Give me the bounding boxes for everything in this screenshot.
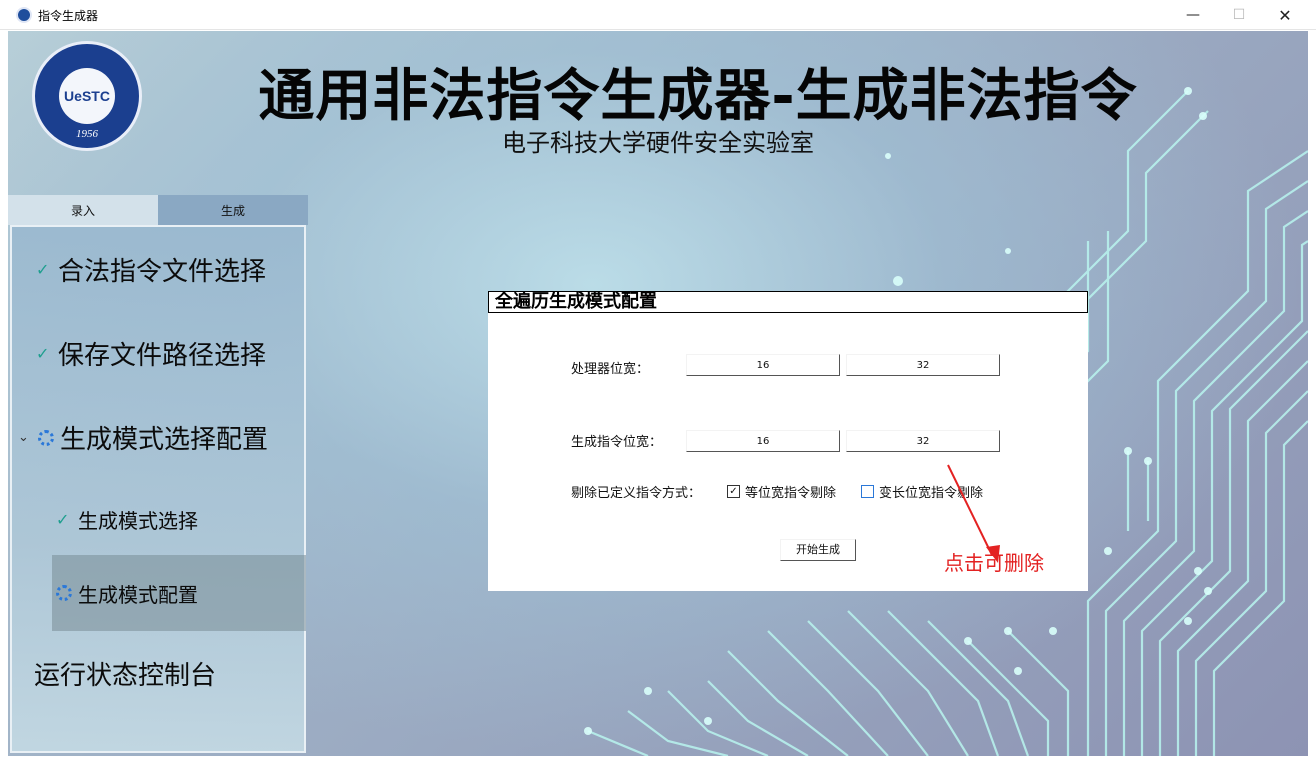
- spinner-icon: [56, 585, 72, 601]
- main-area: UeSTC 1956 通用非法指令生成器-生成非法指令 电子科技大学硬件安全实验…: [8, 31, 1308, 756]
- check-icon: ✓: [36, 344, 50, 363]
- sidebar-item-console[interactable]: 运行状态控制台: [34, 655, 216, 692]
- minimize-button[interactable]: —: [1170, 0, 1216, 30]
- instr-width-32-button[interactable]: 32: [846, 430, 1000, 452]
- check-icon: ✓: [56, 510, 70, 529]
- dialog-title: 全遍历生成模式配置: [488, 291, 1088, 313]
- sidebar-item-label: 生成模式选择配置: [60, 425, 269, 455]
- sidebar-item-save-path[interactable]: ✓ 保存文件路径选择: [36, 335, 266, 372]
- sidebar-item-label: 生成模式选择: [78, 509, 198, 533]
- equal-width-remove-checkbox[interactable]: ✓ 等位宽指令剔除: [727, 482, 836, 501]
- instr-width-16-button[interactable]: 16: [686, 430, 840, 452]
- start-generate-button[interactable]: 开始生成: [780, 539, 856, 561]
- spinner-icon: [38, 429, 54, 446]
- window-title: 指令生成器: [38, 9, 99, 23]
- tab-generate[interactable]: 生成: [158, 195, 308, 225]
- sidebar-item-label: 合法指令文件选择: [58, 257, 267, 287]
- checkbox-checked-icon: ✓: [727, 485, 740, 498]
- sidebar-subitem-mode-select[interactable]: ✓ 生成模式选择: [56, 505, 198, 534]
- logo-year: 1956: [76, 128, 98, 140]
- sidebar-item-legal-file[interactable]: ✓ 合法指令文件选择: [36, 251, 266, 288]
- sidebar-item-label: 运行状态控制台: [34, 661, 217, 691]
- sidebar-subitem-mode-configure[interactable]: 生成模式配置: [52, 555, 306, 631]
- remove-method-label: 剔除已定义指令方式：: [571, 486, 702, 501]
- sidebar-item-mode-config[interactable]: ⌄ 生成模式选择配置: [18, 419, 268, 456]
- page-title: 通用非法指令生成器-生成非法指令: [258, 64, 1138, 129]
- app-logo-icon: [16, 7, 32, 23]
- processor-width-32-button[interactable]: 32: [846, 354, 1000, 376]
- checkbox-label: 等位宽指令剔除: [745, 486, 837, 501]
- chevron-down-icon[interactable]: ⌄: [18, 430, 32, 445]
- check-icon: ✓: [36, 260, 50, 279]
- sidebar-item-label: 保存文件路径选择: [58, 341, 267, 371]
- page-subtitle: 电子科技大学硬件安全实验室: [502, 129, 814, 157]
- processor-width-16-button[interactable]: 16: [686, 354, 840, 376]
- uestc-logo: UeSTC 1956: [32, 41, 142, 151]
- close-button[interactable]: ✕: [1262, 0, 1308, 30]
- tab-input[interactable]: 录入: [8, 195, 158, 225]
- window-titlebar: 指令生成器 — ☐ ✕: [0, 0, 1316, 30]
- sidebar-item-label: 生成模式配置: [78, 582, 198, 607]
- maximize-button[interactable]: ☐: [1216, 0, 1262, 30]
- processor-width-label: 处理器位宽：: [571, 362, 650, 377]
- annotation-text: 点击可删除: [944, 551, 1044, 575]
- instr-width-label: 生成指令位宽：: [571, 435, 663, 450]
- sidebar: ✓ 合法指令文件选择 ✓ 保存文件路径选择 ⌄ 生成模式选择配置 ✓ 生成模式选…: [10, 225, 306, 753]
- checkbox-unchecked-icon: [861, 485, 874, 498]
- logo-text: UeSTC: [59, 68, 115, 124]
